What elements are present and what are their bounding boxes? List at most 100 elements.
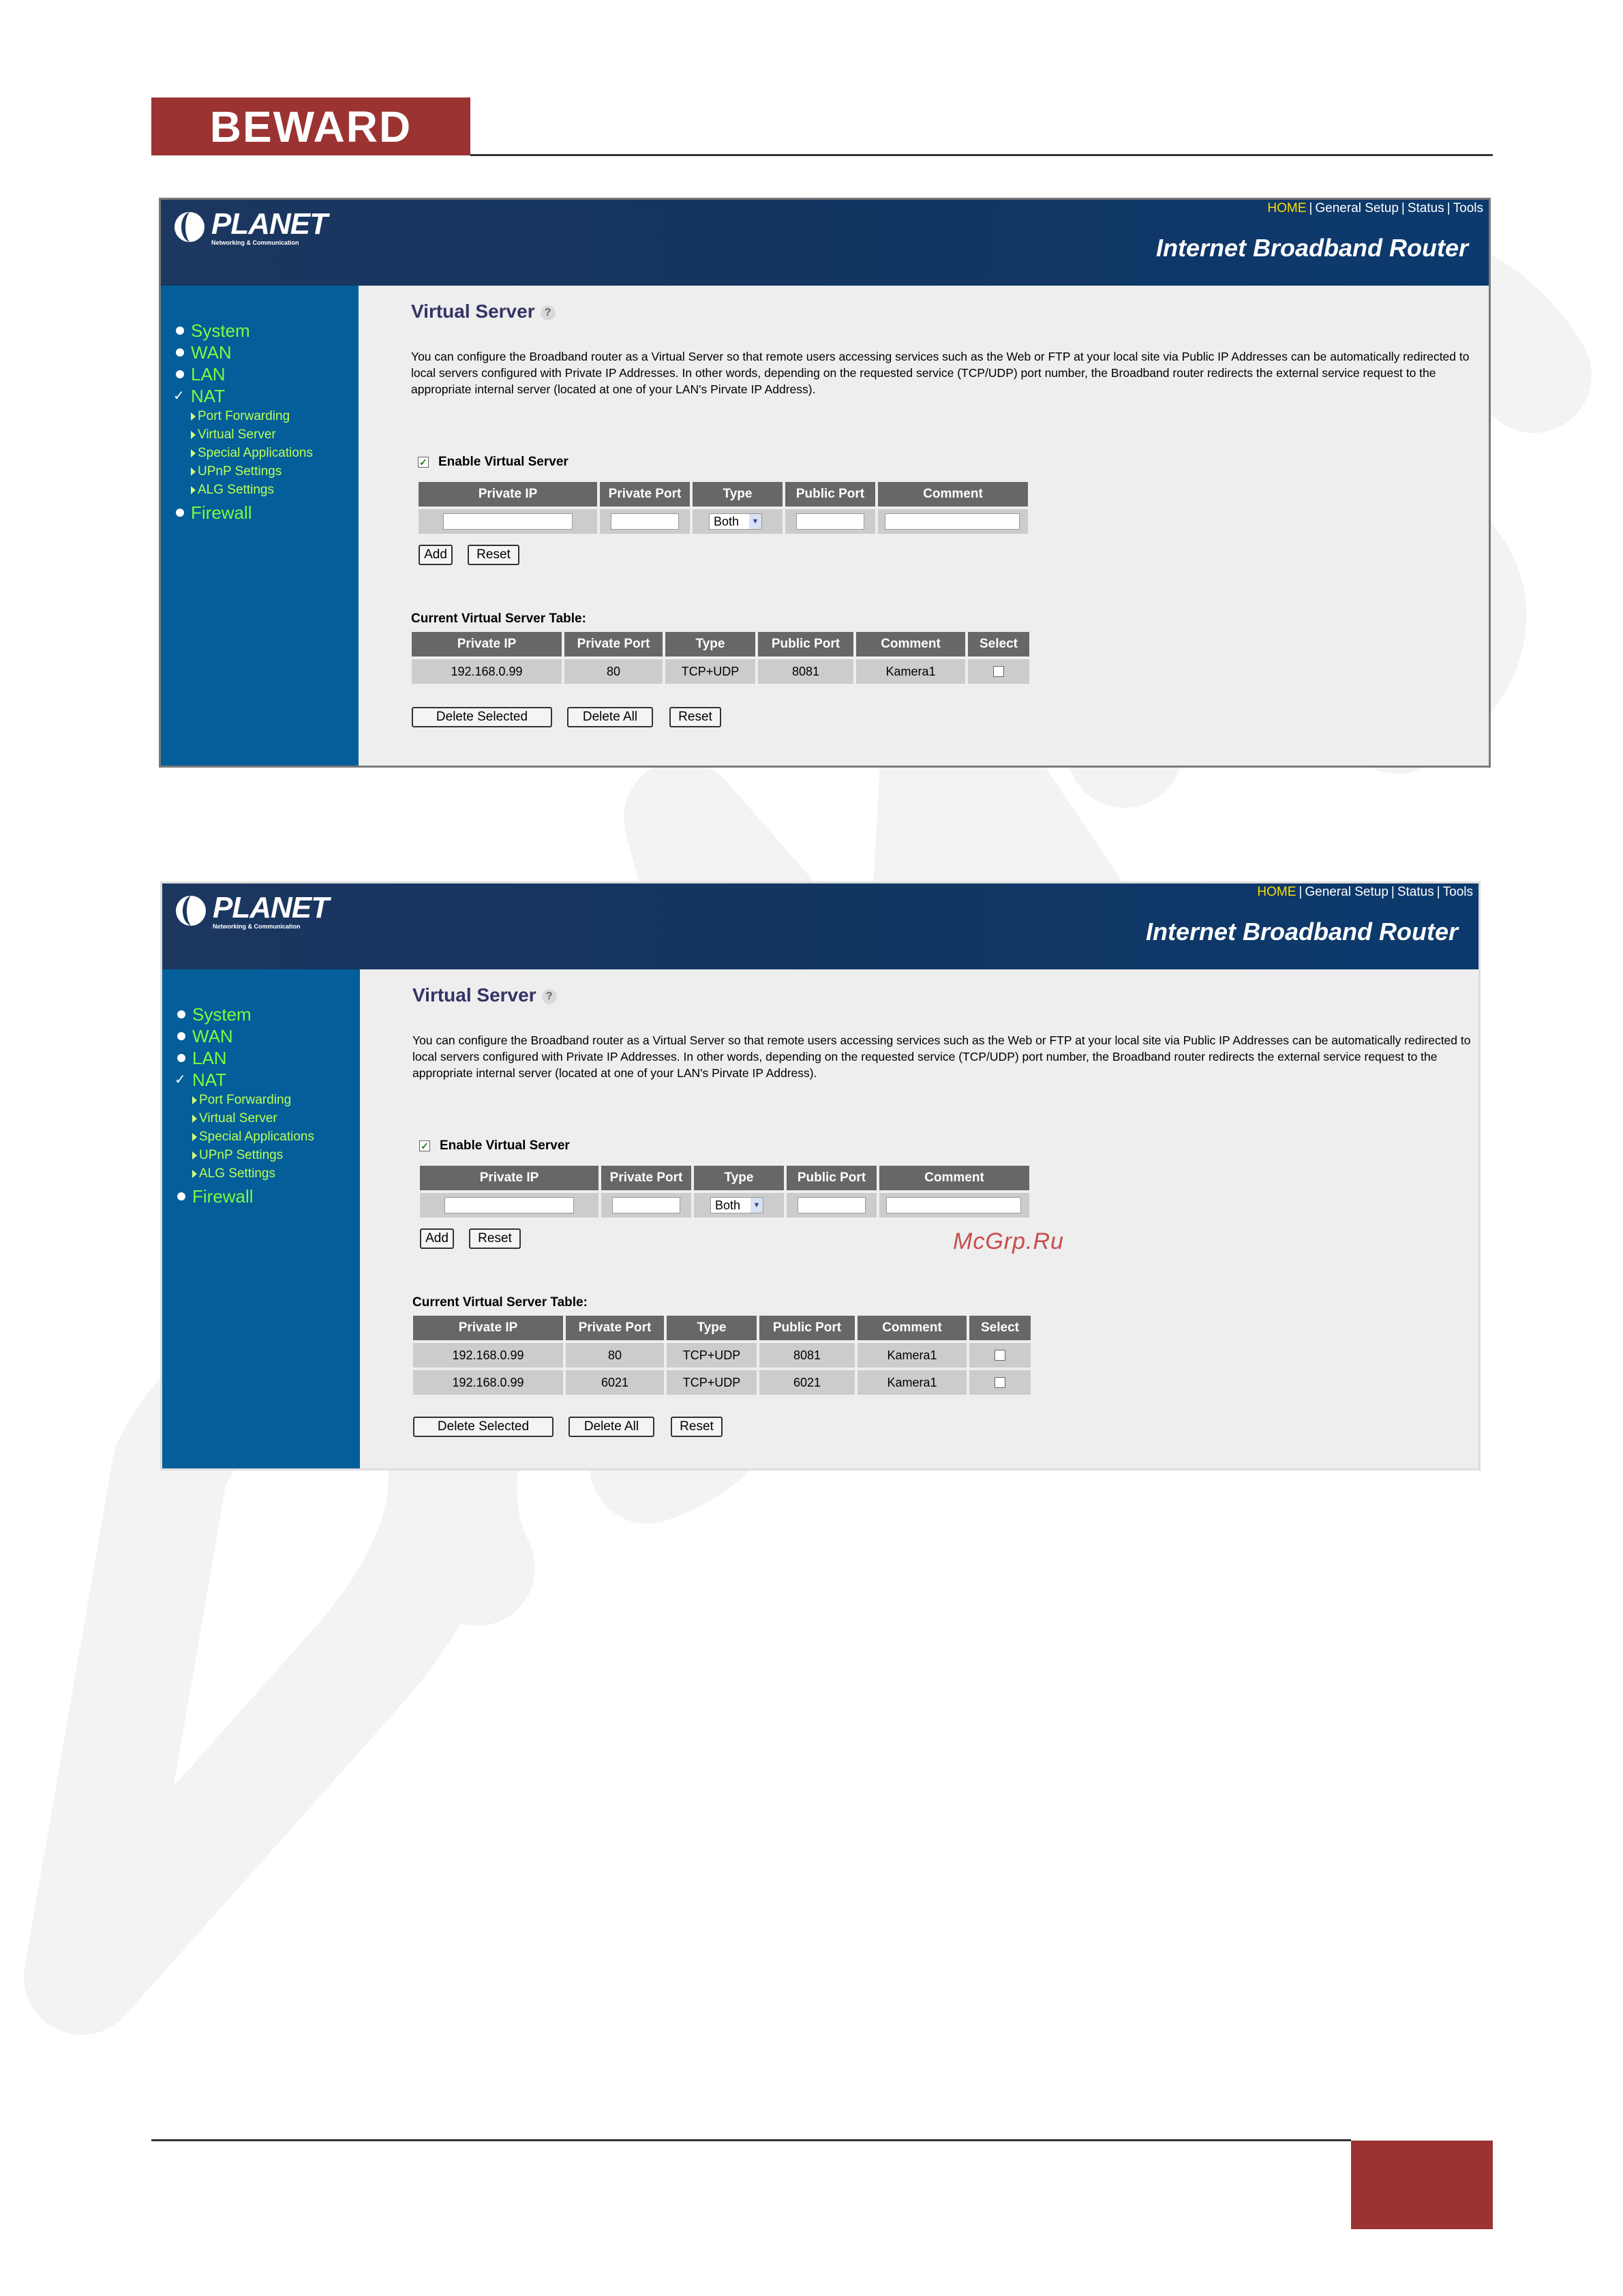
- triangle-icon: [191, 412, 196, 421]
- row-select-checkbox[interactable]: [993, 666, 1004, 677]
- reset-table-button[interactable]: Reset: [671, 1417, 723, 1437]
- sidebar-subitem-port-forwarding[interactable]: Port Forwarding: [161, 407, 359, 425]
- reset-input-button[interactable]: Reset: [468, 545, 519, 565]
- help-icon[interactable]: ?: [541, 988, 557, 1004]
- input-header-type: Type: [693, 482, 783, 507]
- sidebar-subitem-virtual-server[interactable]: Virtual Server: [161, 425, 359, 444]
- chevron-down-icon: ▼: [749, 514, 761, 529]
- input-grid: Private IP Private Port Type Public Port…: [419, 482, 1032, 537]
- sidebar-item-wan[interactable]: WAN: [161, 342, 359, 363]
- comment-input[interactable]: [885, 513, 1020, 530]
- top-links: HOME | General Setup | Status | Tools: [1257, 885, 1473, 899]
- type-select[interactable]: Both ▼: [709, 513, 762, 530]
- sidebar-item-wan[interactable]: WAN: [162, 1025, 360, 1047]
- table-cell-private-port: 80: [564, 659, 663, 684]
- sidebar-item-system[interactable]: System: [161, 320, 359, 342]
- sidebar-item-nat[interactable]: ✓ NAT: [161, 385, 359, 407]
- table-cell-select: [968, 659, 1029, 684]
- public-port-input[interactable]: [798, 1197, 866, 1213]
- sidebar-item-system[interactable]: System: [162, 1003, 360, 1025]
- enable-virtual-server-checkbox[interactable]: ✓: [419, 1141, 430, 1151]
- footer-rule: [151, 2139, 1351, 2141]
- sidebar-subitem-special-applications[interactable]: Special Applications: [162, 1128, 360, 1146]
- table-header-select: Select: [968, 632, 1029, 656]
- sidebar-item-lan[interactable]: LAN: [162, 1047, 360, 1069]
- main-content: Virtual Server? You can configure the Br…: [359, 286, 1489, 766]
- page-description: You can configure the Broadband router a…: [412, 1033, 1471, 1080]
- add-button[interactable]: Add: [420, 1228, 454, 1249]
- top-link-home[interactable]: HOME: [1257, 885, 1296, 899]
- sidebar-subitem-upnp-settings[interactable]: UPnP Settings: [161, 462, 359, 481]
- delete-all-button[interactable]: Delete All: [568, 1417, 654, 1437]
- sidebar-subitem-port-forwarding[interactable]: Port Forwarding: [162, 1091, 360, 1109]
- table-cell-type: TCP+UDP: [665, 659, 755, 684]
- top-link-status[interactable]: Status: [1397, 885, 1434, 899]
- public-port-cell: [785, 509, 875, 534]
- table-header-private-port: Private Port: [564, 632, 663, 656]
- top-link-tools[interactable]: Tools: [1443, 885, 1473, 899]
- header-rule: [470, 154, 1493, 156]
- router-title: Internet Broadband Router: [1145, 918, 1458, 946]
- table-cell-private-port: 6021: [566, 1370, 664, 1395]
- private-port-cell: [601, 1193, 691, 1218]
- sidebar-subitem-alg-settings[interactable]: ALG Settings: [161, 481, 359, 499]
- public-port-input[interactable]: [796, 513, 864, 530]
- sidebar: System WAN LAN ✓ NAT Port Forwarding Virt…: [161, 286, 359, 766]
- table-cell-public-port: 6021: [759, 1370, 855, 1395]
- row-select-checkbox[interactable]: [995, 1377, 1005, 1388]
- public-port-cell: [787, 1193, 877, 1218]
- table-header-private-ip: Private IP: [412, 632, 562, 656]
- table-cell-select: [969, 1343, 1031, 1368]
- top-link-home[interactable]: HOME: [1267, 201, 1306, 215]
- triangle-icon: [191, 431, 196, 439]
- help-icon[interactable]: ?: [540, 305, 556, 320]
- private-port-input[interactable]: [612, 1197, 680, 1213]
- enable-virtual-server-row: ✓ Enable Virtual Server: [418, 455, 568, 470]
- private-ip-cell: [420, 1193, 598, 1218]
- table-cell-comment: Kamera1: [858, 1370, 967, 1395]
- table-caption: Current Virtual Server Table:: [412, 1295, 588, 1310]
- sidebar-item-lan[interactable]: LAN: [161, 363, 359, 385]
- comment-input[interactable]: [886, 1197, 1021, 1213]
- sidebar-subitem-virtual-server[interactable]: Virtual Server: [162, 1109, 360, 1128]
- bullet-icon: [177, 1010, 185, 1018]
- table-cell-select: [969, 1370, 1031, 1395]
- type-select[interactable]: Both ▼: [710, 1197, 763, 1213]
- private-port-input[interactable]: [611, 513, 679, 530]
- table-header-select: Select: [969, 1316, 1031, 1340]
- table-header-public-port: Public Port: [759, 1316, 855, 1340]
- sidebar-item-firewall[interactable]: Firewall: [161, 502, 359, 524]
- enable-virtual-server-checkbox[interactable]: ✓: [418, 457, 429, 468]
- delete-selected-button[interactable]: Delete Selected: [412, 707, 552, 727]
- input-header-public-port: Public Port: [785, 482, 875, 507]
- private-ip-cell: [419, 509, 597, 534]
- delete-all-button[interactable]: Delete All: [567, 707, 653, 727]
- triangle-icon: [192, 1170, 197, 1178]
- table-header-private-ip: Private IP: [413, 1316, 563, 1340]
- sidebar-item-firewall[interactable]: Firewall: [162, 1185, 360, 1207]
- top-link-status[interactable]: Status: [1408, 201, 1444, 215]
- sidebar-item-nat[interactable]: ✓ NAT: [162, 1069, 360, 1091]
- triangle-icon: [191, 468, 196, 476]
- bullet-icon: [176, 348, 184, 357]
- table-cell-private-ip: 192.168.0.99: [413, 1343, 563, 1368]
- enable-virtual-server-row: ✓ Enable Virtual Server: [419, 1138, 570, 1153]
- type-cell: Both ▼: [694, 1193, 784, 1218]
- top-link-tools[interactable]: Tools: [1453, 201, 1483, 215]
- top-link-general-setup[interactable]: General Setup: [1315, 201, 1399, 215]
- row-select-checkbox[interactable]: [995, 1350, 1005, 1361]
- reset-table-button[interactable]: Reset: [669, 707, 721, 727]
- planet-logo-text: PLANET: [211, 207, 328, 241]
- table-header-private-port: Private Port: [566, 1316, 664, 1340]
- add-button[interactable]: Add: [419, 545, 453, 565]
- top-link-general-setup[interactable]: General Setup: [1305, 885, 1389, 899]
- sidebar-subitem-special-applications[interactable]: Special Applications: [161, 444, 359, 462]
- reset-input-button[interactable]: Reset: [469, 1228, 521, 1249]
- sidebar-subitem-alg-settings[interactable]: ALG Settings: [162, 1164, 360, 1183]
- private-ip-input[interactable]: [444, 1197, 574, 1213]
- delete-selected-button[interactable]: Delete Selected: [413, 1417, 553, 1437]
- input-header-comment: Comment: [879, 1166, 1029, 1190]
- private-ip-input[interactable]: [443, 513, 573, 530]
- sidebar-subitem-upnp-settings[interactable]: UPnP Settings: [162, 1146, 360, 1164]
- enable-virtual-server-label: Enable Virtual Server: [440, 1138, 570, 1153]
